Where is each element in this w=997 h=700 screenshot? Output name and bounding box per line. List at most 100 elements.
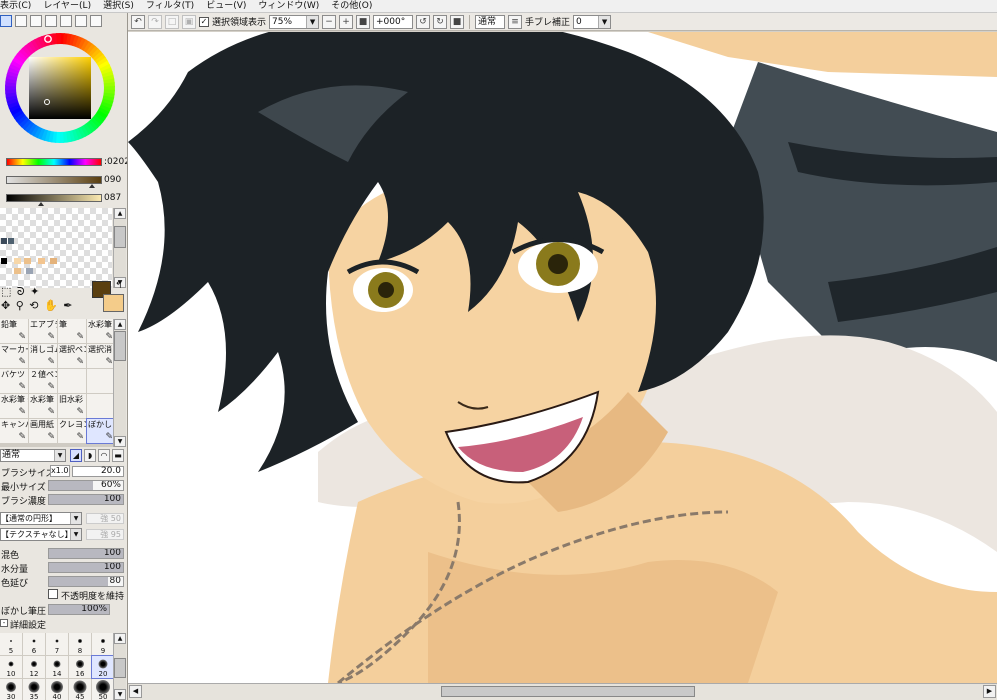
value-knob[interactable] [38, 202, 44, 206]
swap-colors-icon[interactable]: ↰ [115, 281, 123, 291]
scroll-left-icon[interactable]: ◀ [129, 685, 142, 698]
brush-size-preset[interactable]: 45 [69, 679, 91, 700]
redo-button[interactable]: ↷ [148, 14, 162, 29]
rotate-right-button[interactable]: ↻ [433, 14, 448, 29]
hue-segment[interactable] [56, 33, 61, 45]
menu-file[interactable]: 表示(C) [0, 0, 39, 12]
brush-size-preset[interactable]: 40 [46, 679, 68, 700]
brush-size-preset[interactable]: 20 [91, 655, 115, 679]
hue-slider-track[interactable] [6, 158, 102, 166]
value-slider[interactable]: 087 [0, 192, 127, 206]
menu-layer[interactable]: レイヤー(L) [39, 0, 99, 12]
brush-mode-combo[interactable]: 通常 ▼ [0, 449, 66, 462]
size-multiplier-combo[interactable]: x1.0 [50, 465, 70, 477]
undo-button[interactable]: ↶ [131, 14, 145, 29]
zoom-out-button[interactable]: − [322, 14, 337, 29]
water-slider[interactable]: 100 [48, 562, 124, 573]
menu-view[interactable]: ビュー(V) [202, 0, 254, 12]
brush-size-preset[interactable]: 9 [92, 633, 114, 655]
stretch-slider[interactable]: 80 [48, 576, 124, 587]
scroll-thumb[interactable] [114, 658, 126, 678]
brush-tool-item[interactable] [58, 369, 86, 393]
value-slider-track[interactable] [6, 194, 102, 202]
brush-tool-item[interactable]: 筆 ✎ [58, 319, 86, 343]
swatch[interactable] [26, 268, 33, 274]
expand-icon[interactable]: - [0, 619, 8, 627]
menu-select[interactable]: 選択(S) [99, 0, 142, 12]
rotation-field[interactable]: +000° [373, 14, 414, 29]
eyedropper-icon[interactable]: ✒ [63, 299, 73, 312]
scroll-up-icon[interactable]: ▲ [114, 633, 126, 644]
brush-size-preset[interactable]: 12 [23, 656, 45, 678]
brush-tool-item[interactable]: 旧水彩 ✎ [58, 394, 86, 418]
zoom-combo[interactable]: 75% ▼ [269, 14, 320, 29]
edge-soft-icon[interactable]: ◗ [84, 449, 96, 462]
blend-mode-combo[interactable]: 通常 [475, 14, 506, 29]
color-wheel[interactable] [0, 31, 120, 156]
menu-window[interactable]: ウィンドウ(W) [254, 0, 327, 12]
scroll-thumb[interactable] [441, 686, 695, 697]
advanced-settings-label[interactable]: 詳細設定 [10, 618, 46, 631]
scroll-right-icon[interactable]: ▶ [983, 685, 996, 698]
brush-tool-item[interactable]: ２値ペン ✎ [29, 369, 57, 393]
brush-size-preset[interactable]: 10 [0, 656, 22, 678]
keep-opacity-checkbox[interactable] [48, 589, 58, 599]
brush-tool-item[interactable]: 画用紙 アクリル ✎ [29, 419, 57, 443]
scroll-thumb[interactable] [114, 331, 126, 361]
swatch[interactable] [50, 258, 57, 264]
brush-size-preset[interactable]: 30 [0, 679, 22, 700]
brush-size-preset[interactable]: 16 [69, 656, 91, 678]
tab-hsv-sliders[interactable] [30, 15, 42, 27]
brush-tool-item[interactable]: キャンバス アクリル ✎ [0, 419, 28, 443]
brush-size-preset[interactable]: 5 [0, 633, 22, 655]
tab-panel-menu[interactable] [90, 15, 102, 27]
brush-tool-item[interactable]: 水彩筆 新 ✎ [0, 394, 28, 418]
swatch[interactable] [1, 238, 7, 244]
swatch[interactable] [24, 258, 31, 264]
menu-other[interactable]: その他(O) [327, 0, 380, 12]
stabilizer-combo[interactable]: 0 ▼ [573, 14, 612, 29]
edge-hard-icon[interactable]: ◢ [70, 449, 82, 462]
saturation-slider-track[interactable] [6, 176, 102, 184]
scroll-down-icon[interactable]: ▼ [114, 436, 126, 447]
texture-strength-field[interactable]: 強 95 [86, 529, 124, 540]
brush-tool-item[interactable]: エアブラシ ✎ [29, 319, 57, 343]
lasso-icon[interactable]: ᘐ [17, 285, 26, 298]
brush-tool-item[interactable]: バケツ ✎ [0, 369, 28, 393]
scroll-up-icon[interactable]: ▲ [114, 208, 126, 219]
pressure-slider[interactable]: 100% [48, 604, 110, 615]
brush-size-preset[interactable]: 8 [69, 633, 91, 655]
deselect-button[interactable]: □ [165, 14, 179, 29]
rotate-icon[interactable]: ⟲ [29, 299, 39, 312]
brush-size-preset[interactable]: 6 [23, 633, 45, 655]
swatch[interactable] [14, 258, 21, 264]
hand-icon[interactable]: ✋ [44, 299, 59, 312]
show-selection-checkbox[interactable]: ✓ [199, 16, 209, 27]
rect-select-icon[interactable]: ⬚ [1, 285, 12, 298]
brush-size-preset[interactable]: 35 [23, 679, 45, 700]
hue-slider[interactable]: :0202 [0, 156, 127, 170]
zoom-reset-button[interactable]: ■ [356, 14, 371, 29]
brush-tool-item[interactable] [87, 394, 115, 418]
blend-slider[interactable]: 100 [48, 548, 124, 559]
invert-selection-button[interactable]: ▣ [182, 14, 196, 29]
density-slider[interactable]: 100 [48, 494, 124, 505]
scroll-up-icon[interactable]: ▲ [114, 319, 126, 330]
secondary-color-box[interactable] [103, 294, 124, 312]
swatch[interactable] [14, 268, 21, 274]
tab-color-wheel[interactable] [0, 15, 12, 27]
tab-rgb-sliders[interactable] [15, 15, 27, 27]
canvas-h-scrollbar[interactable]: ◀ ▶ [128, 683, 997, 700]
move-icon[interactable]: ✥ [1, 299, 11, 312]
magic-wand-icon[interactable]: ✦ [30, 285, 40, 298]
color-swatch-grid[interactable] [0, 208, 112, 288]
brush-size-preset[interactable]: 50 [92, 679, 114, 700]
brush-tool-item[interactable]: 水彩筆 旧版 ✎ [29, 394, 57, 418]
brush-tool-item[interactable]: 水彩筆 ✎ [87, 319, 115, 343]
tab-swatches[interactable] [60, 15, 72, 27]
brush-tool-item[interactable]: マーカー ✎ [0, 344, 28, 368]
saturation-slider[interactable]: 090 [0, 174, 127, 188]
brush-size-preset[interactable]: 7 [46, 633, 68, 655]
brush-shape-combo[interactable]: 【通常の円形】 ▼ [0, 512, 82, 525]
brush-texture-combo[interactable]: 【テクスチャなし】 ▼ [0, 528, 82, 541]
